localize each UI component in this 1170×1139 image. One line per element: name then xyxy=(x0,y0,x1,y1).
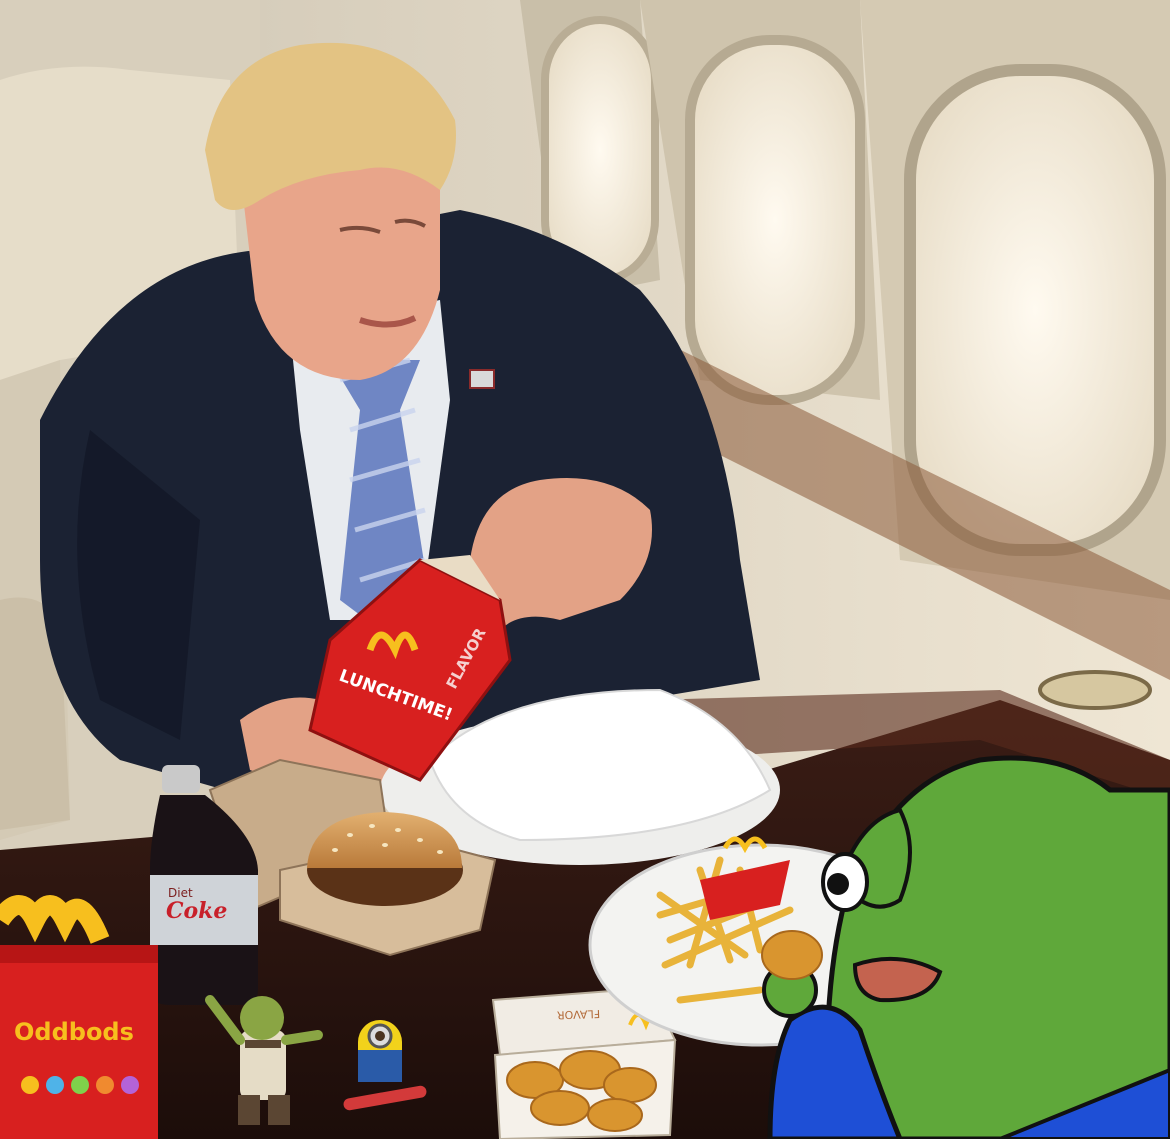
nugget-box-label: FLAVOR xyxy=(556,1007,600,1022)
flag-pin-icon xyxy=(469,369,495,389)
photo-scene: LUNCHTIME! FLAVOR Diet Coke Oddbods FLAV… xyxy=(0,0,1170,1139)
happy-meal-label: Oddbods xyxy=(14,1018,134,1046)
scene-illustration: LUNCHTIME! FLAVOR Diet Coke Oddbods FLAV… xyxy=(0,0,1170,1139)
bottle-label: Coke xyxy=(166,898,227,924)
